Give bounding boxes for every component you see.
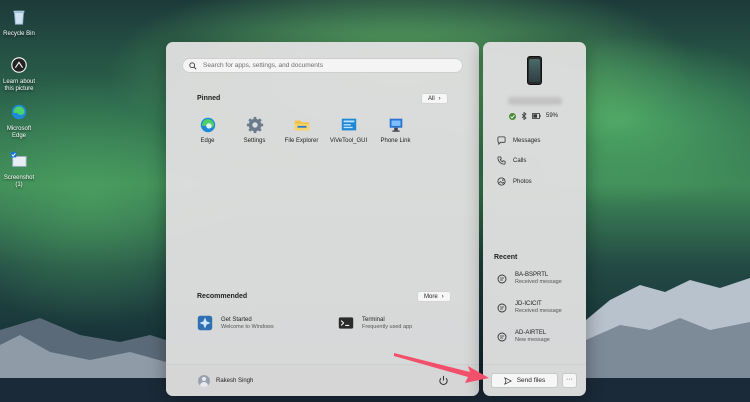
pinned-title: Pinned xyxy=(197,95,221,102)
get-started-icon xyxy=(197,315,213,331)
all-apps-button[interactable]: All › xyxy=(421,93,448,104)
recommended-item-title: Get Started xyxy=(221,316,252,323)
more-options-button[interactable]: ··· xyxy=(562,373,577,388)
recent-title: Recent xyxy=(494,254,518,261)
recommended-item-subtitle: Welcome to Windows xyxy=(221,323,274,330)
connected-check-icon xyxy=(509,112,516,120)
phone-link-label: Messages xyxy=(513,137,541,144)
pinned-app-vivetool[interactable]: ViVeTool_GUI xyxy=(325,116,372,144)
message-bubble-icon xyxy=(497,274,507,283)
recommended-item-terminal[interactable]: Terminal Frequently used app xyxy=(338,315,412,331)
phone-link-label: Photos xyxy=(513,178,532,185)
recommended-title: Recommended xyxy=(197,293,248,300)
desktop-icon-recycle-bin[interactable]: Recycle Bin xyxy=(0,8,38,38)
phone-link-label: Calls xyxy=(513,157,527,164)
phone-link-calls[interactable]: Calls xyxy=(497,156,526,165)
edge-icon xyxy=(200,117,215,133)
chevron-right-icon: › xyxy=(441,293,444,300)
photos-icon xyxy=(497,177,506,186)
battery-icon xyxy=(532,113,541,119)
send-icon xyxy=(503,376,512,385)
camera-info-icon xyxy=(11,57,27,73)
pinned-app-label: Edge xyxy=(200,138,215,144)
recommended-item-title: Terminal xyxy=(362,316,385,323)
message-bubble-icon xyxy=(497,303,507,312)
pinned-app-label: File Explorer xyxy=(284,138,319,144)
recent-message-title: JD-ICICIT xyxy=(515,301,542,307)
pinned-app-label: Phone Link xyxy=(380,138,411,144)
user-account-button[interactable]: Rakesh Singh xyxy=(198,375,253,387)
pinned-app-file-explorer[interactable]: File Explorer xyxy=(278,116,325,144)
phone-name-blurred xyxy=(508,97,562,105)
gear-icon xyxy=(246,116,263,134)
recent-message-title: BA-BSPRTL xyxy=(515,272,549,278)
phone-icon xyxy=(497,156,506,165)
pinned-app-phone-link[interactable]: Phone Link xyxy=(372,116,419,144)
phone-link-messages[interactable]: Messages xyxy=(497,136,540,145)
more-label: More xyxy=(424,293,438,300)
send-files-button[interactable]: Send files xyxy=(491,373,558,388)
phone-link-icon xyxy=(389,118,402,132)
bluetooth-icon xyxy=(521,112,527,120)
vivetool-icon xyxy=(341,118,356,131)
image-file-icon xyxy=(10,152,27,167)
recent-message-subtitle: New message xyxy=(515,337,550,343)
desktop-icon-screenshot[interactable]: Screenshot (1) xyxy=(0,152,38,189)
recent-message-item[interactable]: JD-ICICIT Received message xyxy=(497,301,562,314)
recent-message-item[interactable]: AD-AIRTEL New message xyxy=(497,330,550,343)
pinned-app-edge[interactable]: Edge xyxy=(184,116,231,144)
more-recommended-button[interactable]: More › xyxy=(417,291,451,302)
search-bar[interactable] xyxy=(182,58,463,73)
folder-icon xyxy=(294,120,309,131)
recent-message-title: AD-AIRTEL xyxy=(515,330,547,336)
recommended-item-get-started[interactable]: Get Started Welcome to Windows xyxy=(197,315,274,331)
recent-message-subtitle: Received message xyxy=(515,279,562,285)
search-input[interactable] xyxy=(203,62,453,69)
desktop-icon-label: Recycle Bin xyxy=(3,31,35,37)
pinned-apps: Edge Settings File Explorer ViVeTool_GUI… xyxy=(184,116,464,144)
phone-link-panel: 59% Messages Calls Photos Recent BA-BSPR… xyxy=(483,42,586,396)
avatar xyxy=(198,375,210,387)
pinned-app-label: ViVeTool_GUI xyxy=(329,138,368,144)
user-name: Rakesh Singh xyxy=(216,378,254,384)
search-icon xyxy=(189,61,197,70)
start-menu: Pinned All › Edge Settings xyxy=(166,42,479,396)
pinned-app-settings[interactable]: Settings xyxy=(231,116,278,144)
desktop-icon-edge[interactable]: Microsoft Edge xyxy=(0,103,38,140)
edge-icon xyxy=(11,104,27,120)
desktop-icon-label: Learn about this picture xyxy=(2,79,36,92)
message-bubble-icon xyxy=(497,332,507,341)
messages-icon xyxy=(497,136,506,145)
chevron-right-icon: › xyxy=(438,95,441,102)
send-files-label: Send files xyxy=(516,377,546,384)
desktop-icon-label: Microsoft Edge xyxy=(6,126,32,139)
battery-level: 59% xyxy=(546,113,559,119)
recommended-item-subtitle: Frequently used app xyxy=(362,323,413,330)
phone-status: 59% xyxy=(509,112,558,120)
desktop-icon-learn-about-picture[interactable]: Learn about this picture xyxy=(0,56,38,93)
phone-footer: Send files ··· xyxy=(483,364,586,396)
desktop-icon-label: Screenshot (1) xyxy=(3,175,35,188)
phone-image xyxy=(527,56,542,85)
pinned-app-label: Settings xyxy=(243,138,266,144)
recycle-bin-icon xyxy=(13,10,25,25)
terminal-icon xyxy=(338,317,354,329)
all-apps-label: All xyxy=(428,95,435,102)
recent-message-item[interactable]: BA-BSPRTL Received message xyxy=(497,272,562,285)
phone-link-photos[interactable]: Photos xyxy=(497,177,532,186)
annotation-arrow-icon xyxy=(394,353,489,383)
recent-message-subtitle: Received message xyxy=(515,308,562,314)
